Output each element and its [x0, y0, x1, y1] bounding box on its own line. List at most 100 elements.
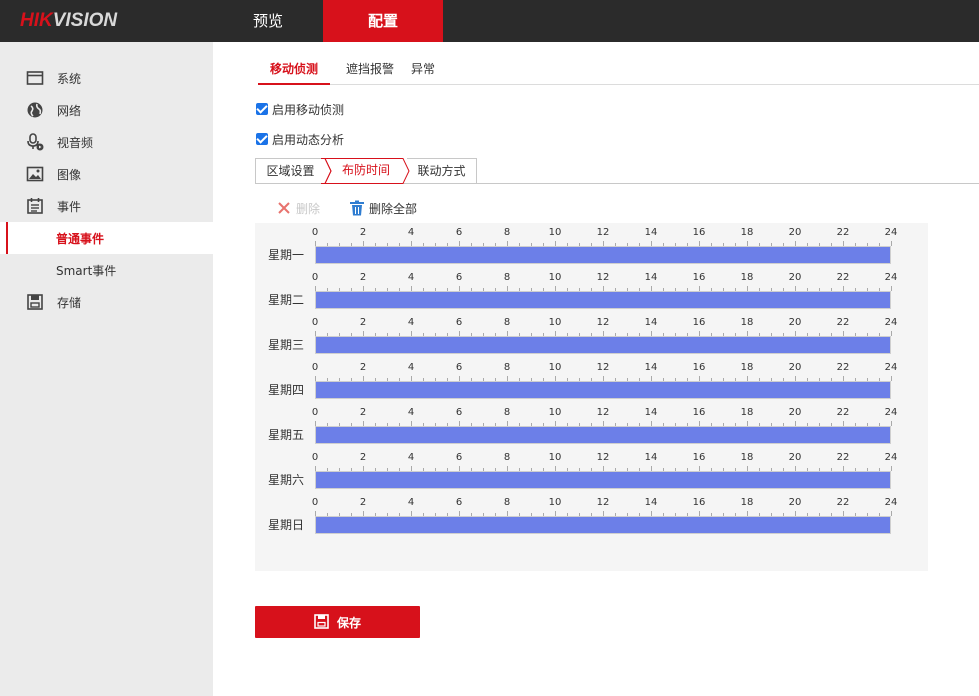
hour-tick-label: 14 — [644, 227, 658, 238]
schedule-segment[interactable] — [316, 427, 890, 443]
schedule-segment[interactable] — [316, 472, 890, 488]
nav-tab-config[interactable]: 配置 — [323, 0, 443, 42]
schedule-track[interactable] — [315, 426, 891, 444]
schedule-segment[interactable] — [316, 247, 890, 263]
image-icon — [26, 166, 44, 182]
schedule-track[interactable] — [315, 381, 891, 399]
sidebar-item-system[interactable]: 系统 — [0, 62, 213, 94]
schedule-track[interactable] — [315, 516, 891, 534]
checkbox-checked[interactable] — [256, 103, 268, 115]
hour-tick-label: 18 — [740, 452, 754, 463]
event-tabs: 移动侦测 遮挡报警 异常 — [258, 59, 979, 85]
hour-tick-label: 22 — [836, 407, 850, 418]
sidebar-item-label: 视音频 — [57, 136, 94, 150]
hour-tick-label: 2 — [359, 227, 367, 238]
schedule-track[interactable] — [315, 291, 891, 309]
hour-tick-label: 18 — [740, 407, 754, 418]
hour-tick-label: 2 — [359, 497, 367, 508]
schedule-row: 0 2 4 6 8 10 12 14 16 18 20 22 24 星期六 — [255, 448, 928, 493]
hour-tick-label: 18 — [740, 227, 754, 238]
sidebar-item-basic-event[interactable]: 普通事件 — [0, 222, 213, 254]
hour-tick-label: 4 — [407, 317, 415, 328]
schedule-track[interactable] — [315, 471, 891, 489]
hour-tick-label: 4 — [407, 227, 415, 238]
hour-tick-label: 24 — [884, 227, 898, 238]
schedule-track[interactable] — [315, 246, 891, 264]
hour-tick-label: 14 — [644, 497, 658, 508]
hour-tick-label: 16 — [692, 407, 706, 418]
sidebar-item-event[interactable]: 事件 — [0, 190, 213, 222]
day-label: 星期一 — [268, 248, 305, 262]
schedule-row: 0 2 4 6 8 10 12 14 16 18 20 22 24 星期日 — [255, 493, 928, 538]
hour-tick-label: 0 — [311, 407, 319, 418]
schedule-segment[interactable] — [316, 517, 890, 533]
hour-tick-label: 4 — [407, 362, 415, 373]
sidebar-item-image[interactable]: 图像 — [0, 158, 213, 190]
hour-tick-label: 6 — [455, 272, 463, 283]
hour-tick-label: 12 — [596, 272, 610, 283]
trash-icon — [350, 200, 364, 216]
nav-tab-preview[interactable]: 预览 — [213, 0, 323, 42]
hikvision-logo: HIKVISION — [20, 10, 117, 32]
sidebar-item-video-audio[interactable]: 视音频 — [0, 126, 213, 158]
hour-tick-label: 6 — [455, 497, 463, 508]
hour-tick-label: 20 — [788, 362, 802, 373]
step-arming-schedule[interactable]: 布防时间 — [325, 158, 407, 184]
hour-tick-label: 12 — [596, 407, 610, 418]
hour-tick-label: 4 — [407, 452, 415, 463]
hour-tick-label: 22 — [836, 362, 850, 373]
schedule-segment[interactable] — [316, 337, 890, 353]
step-linkage-method[interactable]: 联动方式 — [407, 158, 477, 184]
hour-tick-label: 8 — [503, 272, 511, 283]
hour-tick-label: 18 — [740, 362, 754, 373]
save-button[interactable]: 保存 — [255, 606, 420, 638]
hour-tick-label: 24 — [884, 272, 898, 283]
hour-tick-label: 12 — [596, 452, 610, 463]
sidebar-item-smart-event[interactable]: Smart事件 — [0, 254, 213, 286]
tab-tamper-alarm[interactable]: 遮挡报警 — [340, 59, 400, 85]
hour-tick-label: 16 — [692, 452, 706, 463]
hour-tick-label: 24 — [884, 407, 898, 418]
calendar-icon — [27, 198, 43, 214]
hour-tick-label: 0 — [311, 452, 319, 463]
checkbox-checked[interactable] — [256, 133, 268, 145]
day-label: 星期六 — [268, 473, 305, 487]
day-label: 星期二 — [268, 293, 305, 307]
hour-tick-label: 14 — [644, 362, 658, 373]
close-icon — [278, 202, 290, 214]
schedule-segment[interactable] — [316, 382, 890, 398]
hour-tick-label: 6 — [455, 452, 463, 463]
hour-tick — [891, 376, 892, 381]
hour-tick-label: 2 — [359, 362, 367, 373]
hour-tick — [891, 466, 892, 471]
tab-motion-detection[interactable]: 移动侦测 — [258, 59, 330, 85]
sidebar-item-label: 系统 — [57, 72, 82, 86]
hour-tick — [891, 511, 892, 516]
hour-tick-label: 2 — [359, 452, 367, 463]
hour-tick-label: 16 — [692, 317, 706, 328]
hour-tick-label: 20 — [788, 407, 802, 418]
hour-tick-label: 12 — [596, 497, 610, 508]
save-label: 保存 — [337, 616, 362, 630]
hour-tick-label: 12 — [596, 362, 610, 373]
hour-tick-label: 0 — [311, 272, 319, 283]
main-content: 移动侦测 遮挡报警 异常 启用移动侦测 启用动态分析 区域设置 布防时间 联动方… — [213, 42, 979, 696]
schedule-row: 0 2 4 6 8 10 12 14 16 18 20 22 24 星期五 — [255, 403, 928, 448]
schedule-segment[interactable] — [316, 292, 890, 308]
hour-tick-label: 22 — [836, 317, 850, 328]
hour-tick-label: 18 — [740, 317, 754, 328]
hour-tick-label: 12 — [596, 227, 610, 238]
hour-tick-label: 8 — [503, 227, 511, 238]
hour-tick — [891, 421, 892, 426]
hour-tick-label: 10 — [548, 452, 562, 463]
day-label: 星期三 — [268, 338, 305, 352]
delete-label: 删除 — [296, 202, 321, 216]
schedule-track[interactable] — [315, 336, 891, 354]
step-area-settings[interactable]: 区域设置 — [255, 158, 325, 184]
hour-tick-label: 6 — [455, 317, 463, 328]
sidebar-item-network[interactable]: 网络 — [0, 94, 213, 126]
tab-exception[interactable]: 异常 — [408, 59, 438, 85]
disk-icon — [27, 294, 43, 310]
sidebar-item-storage[interactable]: 存储 — [0, 286, 213, 318]
logo-text-hik: HIK — [20, 10, 53, 31]
